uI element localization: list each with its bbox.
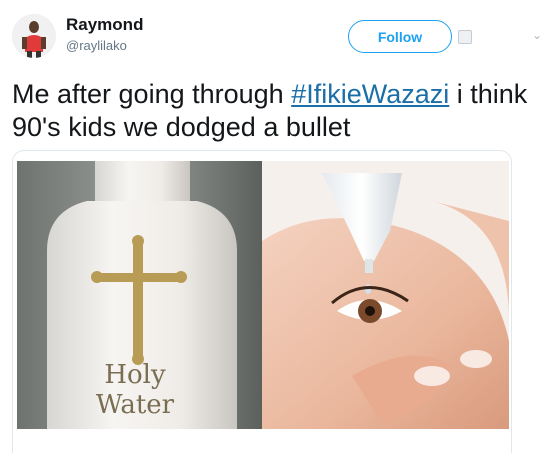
avatar-image: [12, 14, 56, 58]
bottle-label-line1: Holy: [104, 360, 166, 390]
eye-drops-image[interactable]: [262, 161, 509, 429]
chevron-down-icon[interactable]: ⌄: [530, 28, 544, 42]
bottle-label-line2: Water: [96, 390, 175, 420]
author-handle[interactable]: @raylilako: [66, 38, 127, 53]
media-card[interactable]: Holy Water: [12, 150, 512, 453]
follow-button[interactable]: Follow: [348, 20, 452, 53]
avatar[interactable]: [12, 14, 56, 58]
author-name[interactable]: Raymond: [66, 15, 143, 35]
hashtag-link[interactable]: #IfikieWazazi: [291, 79, 449, 109]
follow-indicator-icon: [458, 30, 472, 44]
tweet-text-before: Me after going through: [12, 79, 292, 109]
holy-water-image[interactable]: Holy Water: [17, 161, 262, 429]
tweet-text: Me after going through #IfikieWazazi i t…: [12, 78, 552, 144]
